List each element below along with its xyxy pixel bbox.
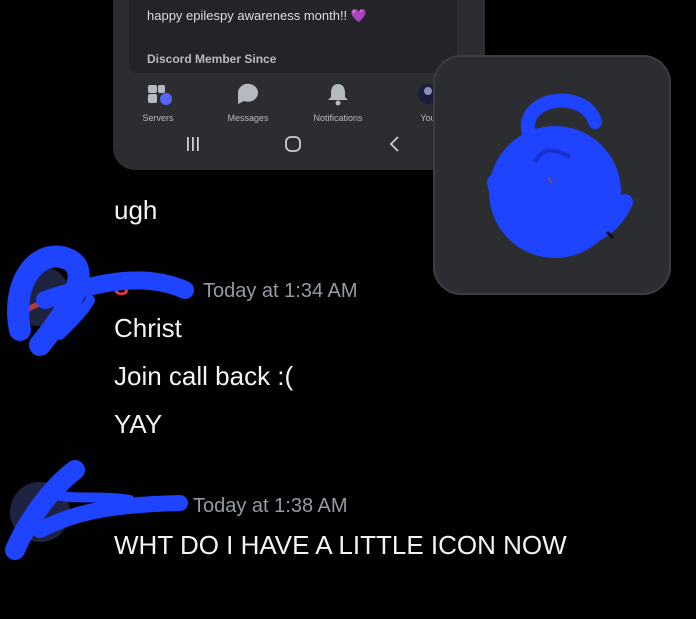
avatar[interactable]	[10, 266, 70, 326]
avatar-image	[10, 482, 70, 542]
nav-servers[interactable]: Servers	[118, 78, 198, 126]
author-name[interactable]: S	[114, 275, 129, 301]
bell-icon	[328, 84, 348, 106]
message-line: WHT DO I HAVE A LITTLE ICON NOW	[114, 530, 567, 560]
avatar-preview-tile	[433, 55, 671, 295]
home-icon[interactable]	[283, 134, 303, 154]
avatar[interactable]	[10, 482, 70, 542]
redaction-scribble	[487, 93, 633, 258]
message-line: Join call back :(	[114, 361, 294, 391]
timestamp: Today at 1:34 AM	[203, 280, 358, 302]
nav-label-notifications: Notifications	[313, 113, 363, 123]
message-line: YAY	[114, 409, 163, 439]
nav-label-servers: Servers	[142, 113, 174, 123]
servers-icon	[148, 85, 172, 105]
member-since-label: Discord Member Since	[147, 52, 277, 66]
nav-label-messages: Messages	[227, 113, 269, 123]
message-line: Christ	[114, 313, 182, 343]
system-nav-bar	[113, 134, 485, 162]
bottom-nav: Servers Messages Notifications You	[113, 78, 485, 126]
profile-bio: happy epilespy awareness month!! 💜	[147, 8, 367, 24]
avatar-image	[10, 266, 70, 326]
purple-heart-emoji: 💜	[350, 8, 367, 23]
bio-text: happy epilespy awareness month!!	[147, 8, 351, 23]
nav-notifications[interactable]: Notifications	[298, 78, 378, 126]
back-icon[interactable]	[385, 134, 405, 154]
messages-icon	[237, 83, 258, 104]
nav-messages[interactable]: Messages	[208, 78, 288, 126]
recents-icon[interactable]	[183, 134, 203, 154]
phone-screenshot: happy epilespy awareness month!! 💜 Disco…	[113, 0, 485, 170]
message-ugh: ugh	[114, 195, 158, 225]
timestamp: Today at 1:38 AM	[193, 495, 348, 517]
profile-card: happy epilespy awareness month!! 💜 Disco…	[129, 0, 457, 73]
